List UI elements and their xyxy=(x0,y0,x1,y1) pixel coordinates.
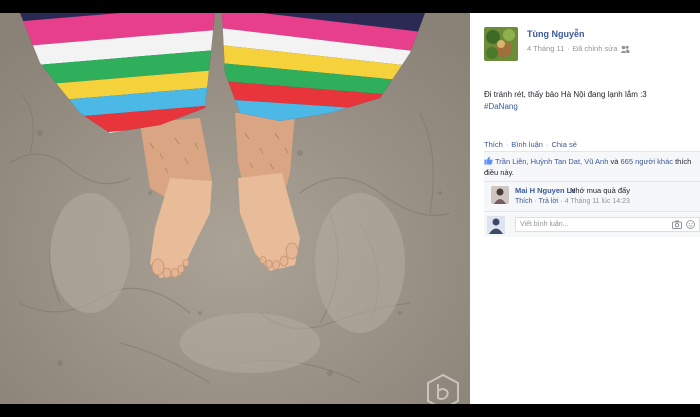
post-side-panel: Tùng Nguyễn 4 Tháng 11 · Đã chỉnh sửa Đi… xyxy=(470,13,700,404)
post-actions: Thích · Bình luận · Chia sẻ xyxy=(484,140,577,149)
author-avatar[interactable] xyxy=(484,27,518,61)
comment-input[interactable]: Viết bình luận... xyxy=(515,217,700,232)
watermark-logo xyxy=(427,373,459,404)
hashtag-link[interactable]: #DaNang xyxy=(484,101,647,113)
action-dot: · xyxy=(505,140,509,149)
commenter-avatar[interactable] xyxy=(491,186,509,204)
comment-item: Mai H Nguyen Le Nhớ mua quà đấy Thích · … xyxy=(484,181,700,211)
post-date[interactable]: 4 Tháng 11 xyxy=(527,44,564,53)
emoji-icon[interactable] xyxy=(686,220,695,229)
likes-and: và xyxy=(610,157,619,166)
comment-like-button[interactable]: Thích xyxy=(515,198,533,205)
action-dot: · xyxy=(545,140,549,149)
comment-dot: · xyxy=(560,198,563,205)
post-photo[interactable] xyxy=(0,13,470,404)
photo-image xyxy=(0,13,470,404)
composer-icons xyxy=(672,220,695,229)
liker-names[interactable]: Trần Liên, Huỳnh Tan Dat, Vũ Anh xyxy=(495,157,608,166)
meta-separator: · xyxy=(567,44,570,53)
comment-time[interactable]: 4 Tháng 11 lúc 14:23 xyxy=(565,198,630,205)
comment-dot: · xyxy=(534,198,537,205)
thumbs-up-icon xyxy=(484,156,493,165)
comment-composer: Viết bình luận... xyxy=(484,211,700,237)
commenter-name[interactable]: Mai H Nguyen Le xyxy=(515,186,575,195)
comment-reply-button[interactable]: Trả lời xyxy=(539,198,559,205)
share-button[interactable]: Chia sẻ xyxy=(551,140,576,149)
edited-label[interactable]: Đã chỉnh sửa xyxy=(573,44,618,53)
likes-summary: Trần Liên, Huỳnh Tan Dat, Vũ Anh và 665 … xyxy=(484,151,700,182)
comment-text: Nhớ mua quà đấy xyxy=(570,186,630,195)
friends-icon[interactable] xyxy=(620,45,630,53)
post-text: Đi tránh rét, thấy bảo Hà Nội đang lạnh … xyxy=(484,90,647,99)
camera-icon[interactable] xyxy=(672,220,682,229)
author-name[interactable]: Tùng Nguyễn xyxy=(527,29,630,39)
post-header: Tùng Nguyễn 4 Tháng 11 · Đã chỉnh sửa xyxy=(484,27,630,61)
viewer-avatar xyxy=(487,216,505,234)
comment-button[interactable]: Bình luận xyxy=(511,140,543,149)
likes-others-link[interactable]: 665 người khác xyxy=(621,157,673,166)
like-button[interactable]: Thích xyxy=(484,140,503,149)
photo-viewer: Tùng Nguyễn 4 Tháng 11 · Đã chỉnh sửa Đi… xyxy=(0,0,700,417)
post-meta: 4 Tháng 11 · Đã chỉnh sửa xyxy=(527,44,630,53)
post-message: Đi tránh rét, thấy bảo Hà Nội đang lạnh … xyxy=(484,89,647,113)
comment-input-placeholder: Viết bình luận... xyxy=(520,221,569,228)
comment-actions: Thích · Trả lời · 4 Tháng 11 lúc 14:23 xyxy=(515,198,630,205)
